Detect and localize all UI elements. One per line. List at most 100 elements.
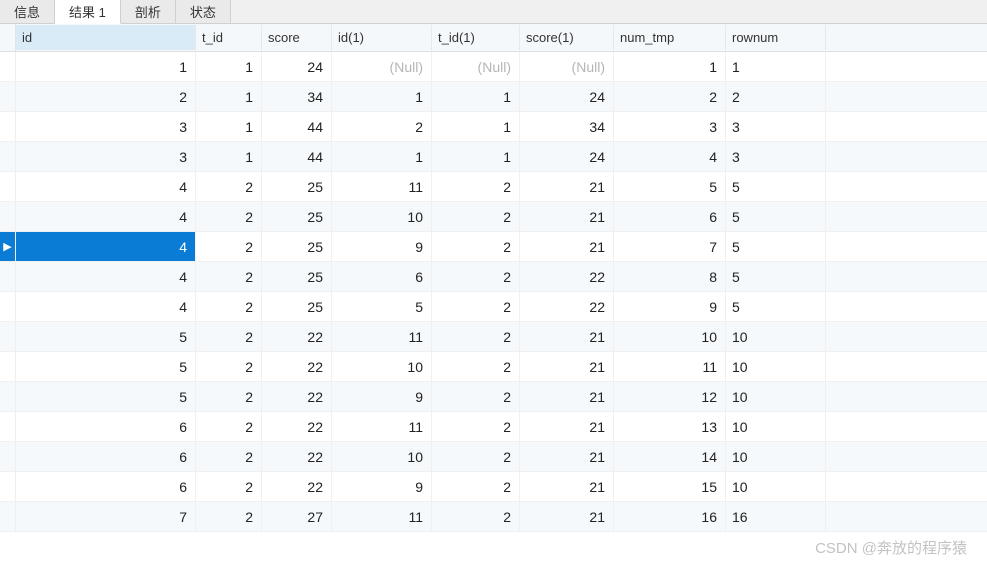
- cell-score1[interactable]: 22: [520, 262, 614, 291]
- cell-score[interactable]: 27: [262, 502, 332, 531]
- cell-id1[interactable]: 11: [332, 322, 432, 351]
- cell-t_id1[interactable]: 2: [432, 322, 520, 351]
- cell-t_id1[interactable]: 2: [432, 172, 520, 201]
- table-row[interactable]: 7227112211616: [0, 502, 987, 532]
- col-header-numtmp[interactable]: num_tmp: [614, 25, 726, 50]
- cell-id1[interactable]: 11: [332, 412, 432, 441]
- cell-t_id[interactable]: 2: [196, 322, 262, 351]
- cell-rownum[interactable]: 10: [726, 352, 826, 381]
- cell-id[interactable]: 3: [16, 112, 196, 141]
- col-header-tid[interactable]: t_id: [196, 25, 262, 50]
- cell-t_id[interactable]: 2: [196, 172, 262, 201]
- cell-t_id1[interactable]: 2: [432, 262, 520, 291]
- cell-t_id1[interactable]: (Null): [432, 52, 520, 81]
- cell-rownum[interactable]: 5: [726, 232, 826, 261]
- cell-score[interactable]: 22: [262, 472, 332, 501]
- table-row[interactable]: 42251122155: [0, 172, 987, 202]
- cell-id[interactable]: 3: [16, 142, 196, 171]
- cell-rownum[interactable]: 5: [726, 172, 826, 201]
- row-handle[interactable]: [0, 502, 16, 531]
- cell-t_id1[interactable]: 2: [432, 292, 520, 321]
- cell-num_tmp[interactable]: 16: [614, 502, 726, 531]
- cell-id1[interactable]: (Null): [332, 52, 432, 81]
- row-handle[interactable]: [0, 442, 16, 471]
- cell-t_id[interactable]: 1: [196, 142, 262, 171]
- cell-id[interactable]: 5: [16, 382, 196, 411]
- cell-t_id1[interactable]: 2: [432, 352, 520, 381]
- cell-id1[interactable]: 10: [332, 202, 432, 231]
- cell-id1[interactable]: 1: [332, 82, 432, 111]
- cell-id1[interactable]: 11: [332, 172, 432, 201]
- table-row[interactable]: 4225522295: [0, 292, 987, 322]
- cell-id[interactable]: 4: [16, 262, 196, 291]
- tab-result[interactable]: 结果 1: [55, 0, 121, 24]
- cell-rownum[interactable]: 10: [726, 322, 826, 351]
- row-handle[interactable]: [0, 262, 16, 291]
- cell-score1[interactable]: 21: [520, 442, 614, 471]
- cell-id1[interactable]: 9: [332, 382, 432, 411]
- cell-t_id1[interactable]: 2: [432, 382, 520, 411]
- cell-num_tmp[interactable]: 15: [614, 472, 726, 501]
- cell-t_id1[interactable]: 1: [432, 142, 520, 171]
- cell-score1[interactable]: 22: [520, 292, 614, 321]
- cell-score1[interactable]: 21: [520, 382, 614, 411]
- cell-score1[interactable]: 21: [520, 472, 614, 501]
- row-handle[interactable]: [0, 112, 16, 141]
- cell-num_tmp[interactable]: 9: [614, 292, 726, 321]
- cell-score[interactable]: 34: [262, 82, 332, 111]
- cell-t_id[interactable]: 2: [196, 232, 262, 261]
- cell-id[interactable]: 6: [16, 472, 196, 501]
- cell-num_tmp[interactable]: 7: [614, 232, 726, 261]
- cell-id[interactable]: 7: [16, 502, 196, 531]
- cell-score[interactable]: 25: [262, 232, 332, 261]
- cell-t_id1[interactable]: 2: [432, 472, 520, 501]
- cell-t_id1[interactable]: 2: [432, 442, 520, 471]
- table-row[interactable]: 5222102211110: [0, 352, 987, 382]
- cell-score[interactable]: 25: [262, 292, 332, 321]
- cell-score1[interactable]: 21: [520, 412, 614, 441]
- cell-t_id[interactable]: 1: [196, 52, 262, 81]
- cell-score1[interactable]: 21: [520, 202, 614, 231]
- cell-score[interactable]: 22: [262, 352, 332, 381]
- cell-rownum[interactable]: 1: [726, 52, 826, 81]
- cell-num_tmp[interactable]: 1: [614, 52, 726, 81]
- row-handle[interactable]: [0, 172, 16, 201]
- cell-t_id[interactable]: 2: [196, 502, 262, 531]
- cell-num_tmp[interactable]: 13: [614, 412, 726, 441]
- cell-id[interactable]: 4: [16, 292, 196, 321]
- table-row[interactable]: 522292211210: [0, 382, 987, 412]
- cell-id1[interactable]: 1: [332, 142, 432, 171]
- cell-t_id[interactable]: 1: [196, 112, 262, 141]
- row-handle[interactable]: [0, 352, 16, 381]
- cell-t_id1[interactable]: 2: [432, 412, 520, 441]
- row-handle[interactable]: [0, 202, 16, 231]
- cell-rownum[interactable]: 10: [726, 472, 826, 501]
- cell-id[interactable]: 6: [16, 412, 196, 441]
- cell-id[interactable]: 5: [16, 322, 196, 351]
- cell-num_tmp[interactable]: 11: [614, 352, 726, 381]
- cell-id1[interactable]: 10: [332, 352, 432, 381]
- cell-score1[interactable]: 24: [520, 82, 614, 111]
- cell-t_id1[interactable]: 1: [432, 112, 520, 141]
- row-handle[interactable]: [0, 292, 16, 321]
- cell-num_tmp[interactable]: 10: [614, 322, 726, 351]
- cell-rownum[interactable]: 5: [726, 262, 826, 291]
- table-row[interactable]: 42251022165: [0, 202, 987, 232]
- cell-t_id1[interactable]: 2: [432, 502, 520, 531]
- cell-num_tmp[interactable]: 6: [614, 202, 726, 231]
- cell-score[interactable]: 22: [262, 442, 332, 471]
- row-handle[interactable]: [0, 82, 16, 111]
- cell-id1[interactable]: 5: [332, 292, 432, 321]
- cell-score[interactable]: 25: [262, 172, 332, 201]
- cell-t_id[interactable]: 2: [196, 202, 262, 231]
- cell-rownum[interactable]: 10: [726, 412, 826, 441]
- cell-score1[interactable]: 21: [520, 352, 614, 381]
- cell-id1[interactable]: 6: [332, 262, 432, 291]
- cell-score1[interactable]: 21: [520, 172, 614, 201]
- col-header-tid1[interactable]: t_id(1): [432, 25, 520, 50]
- cell-score[interactable]: 25: [262, 262, 332, 291]
- cell-score[interactable]: 22: [262, 322, 332, 351]
- table-row[interactable]: 5222112211010: [0, 322, 987, 352]
- cell-id[interactable]: 4: [16, 232, 196, 261]
- cell-id[interactable]: 5: [16, 352, 196, 381]
